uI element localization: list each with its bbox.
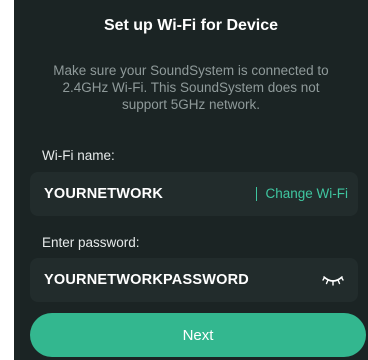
page-title: Set up Wi-Fi for Device: [103, 17, 279, 34]
wifi-name-label: Wi-Fi name:: [42, 148, 115, 163]
wifi-setup-screen: Set up Wi-Fi for Device Make sure your S…: [14, 0, 368, 360]
change-wifi-button[interactable]: Change Wi-Fi: [256, 187, 348, 201]
next-button[interactable]: Next: [30, 313, 366, 357]
compatibility-notice: Make sure your SoundSystem is connected …: [24, 62, 358, 113]
eye-closed-icon[interactable]: [322, 273, 344, 287]
password-field[interactable]: YOURNETWORKPASSWORD: [30, 258, 358, 302]
notice-line-2: 2.4GHz Wi-Fi. This SoundSystem does not: [62, 80, 320, 95]
notice-line-1: Make sure your SoundSystem is connected …: [53, 63, 329, 78]
password-value[interactable]: YOURNETWORKPASSWORD: [44, 272, 249, 288]
notice-line-3: support 5GHz network.: [121, 97, 261, 112]
password-label: Enter password:: [42, 235, 140, 250]
wifi-name-field: YOURNETWORK Change Wi-Fi: [30, 172, 358, 216]
wifi-name-value: YOURNETWORK: [44, 186, 164, 202]
